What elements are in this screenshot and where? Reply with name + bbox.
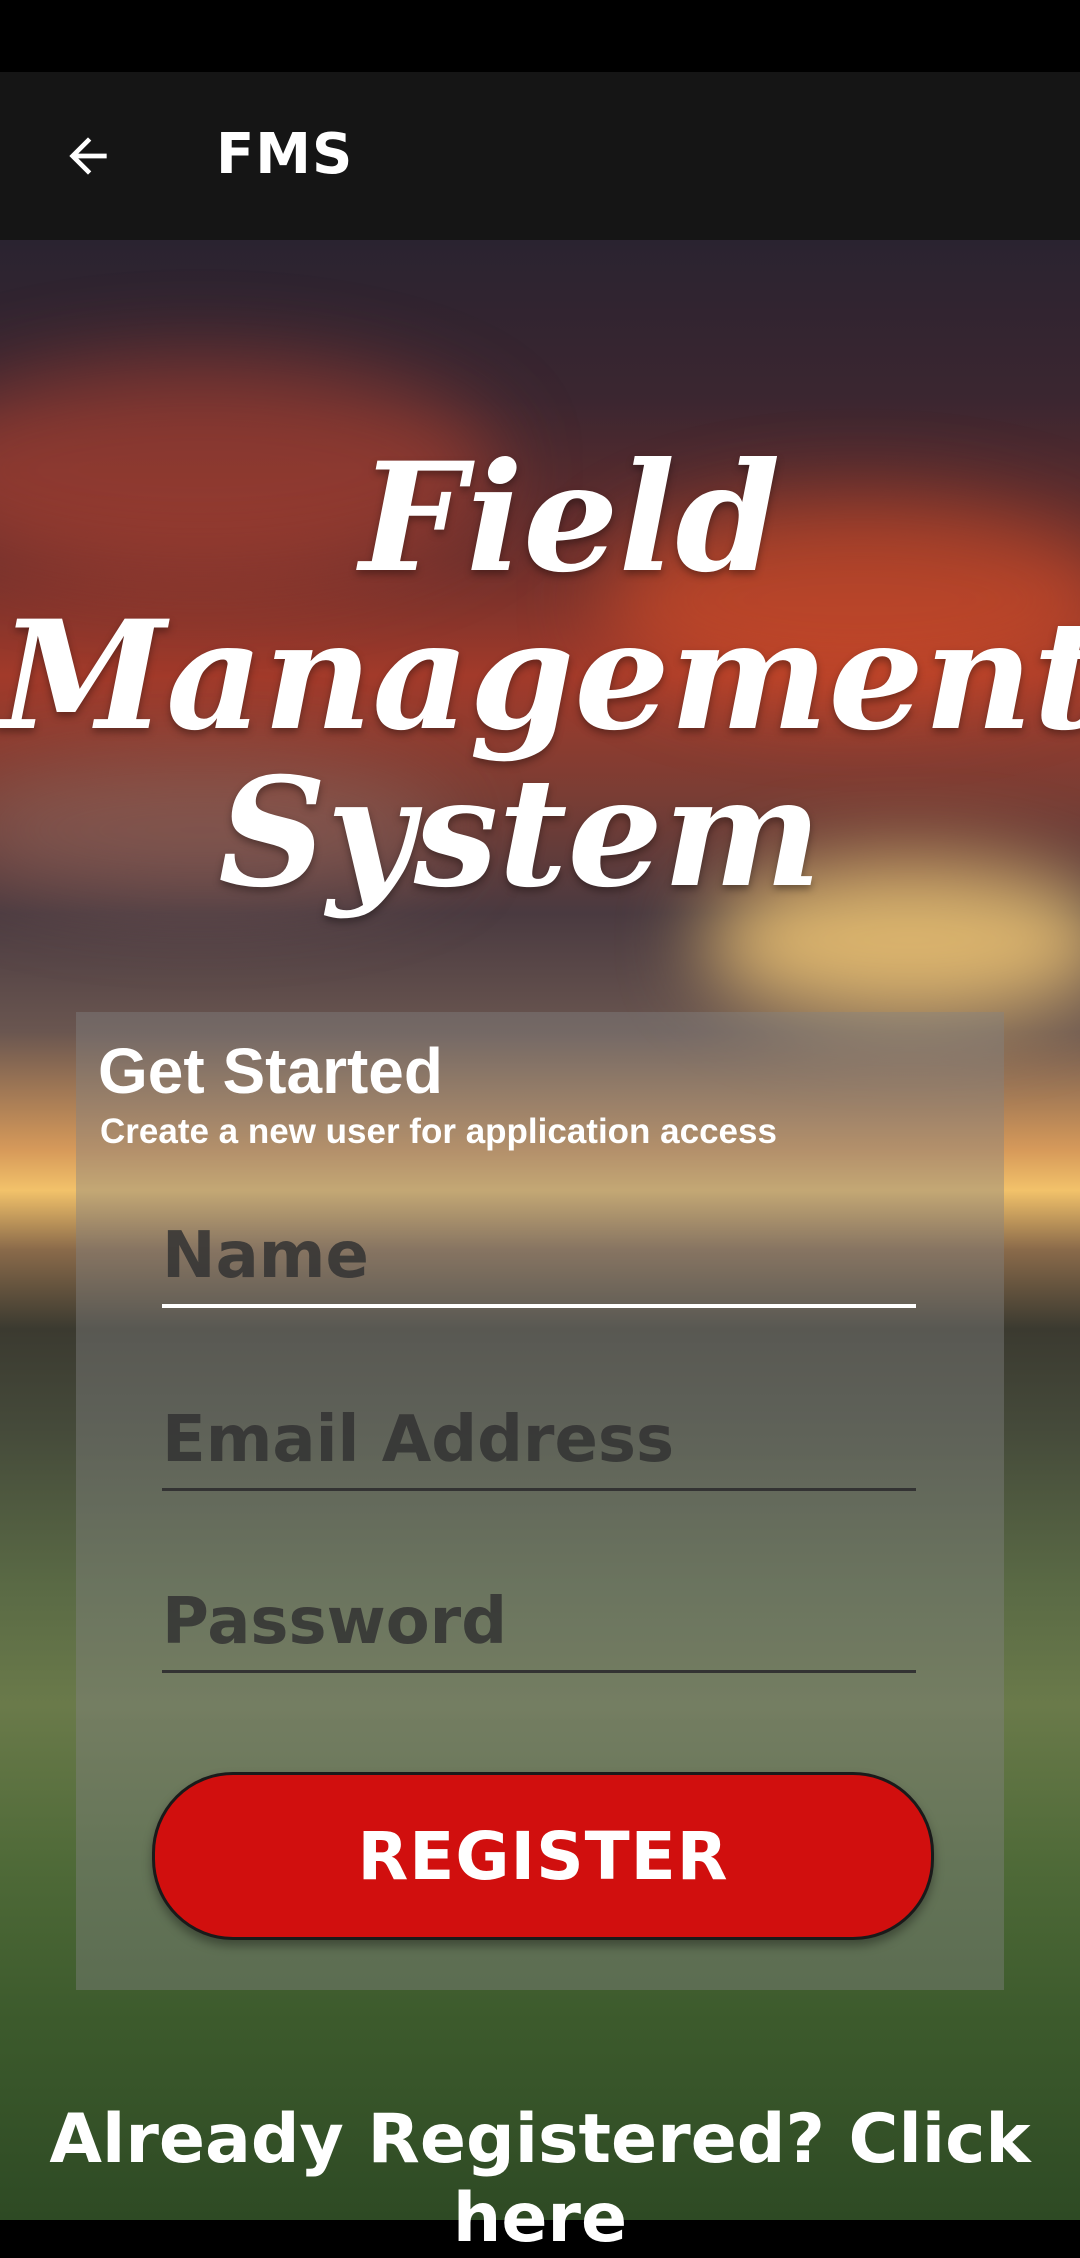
status-bar <box>0 0 1080 72</box>
logo-line-1: Field <box>359 430 781 606</box>
register-card: Get Started Create a new user for applic… <box>76 1012 1004 1990</box>
card-subtitle: Create a new user for application access <box>100 1112 777 1151</box>
app-title: FMS <box>216 122 354 187</box>
app-logo: Field Management System <box>0 430 1080 921</box>
card-title: Get Started <box>98 1035 443 1107</box>
login-link[interactable]: Already Registered? Click here <box>0 2100 1080 2258</box>
arrow-left-icon <box>69 137 107 175</box>
email-input[interactable] <box>162 1392 916 1491</box>
name-input[interactable] <box>162 1208 916 1308</box>
logo-line-2: Management <box>0 587 1080 764</box>
register-button[interactable]: REGISTER <box>152 1772 934 1940</box>
back-button[interactable] <box>44 112 132 200</box>
logo-line-3: System <box>218 745 822 921</box>
password-input[interactable] <box>162 1574 916 1673</box>
app-bar: FMS <box>0 72 1080 240</box>
